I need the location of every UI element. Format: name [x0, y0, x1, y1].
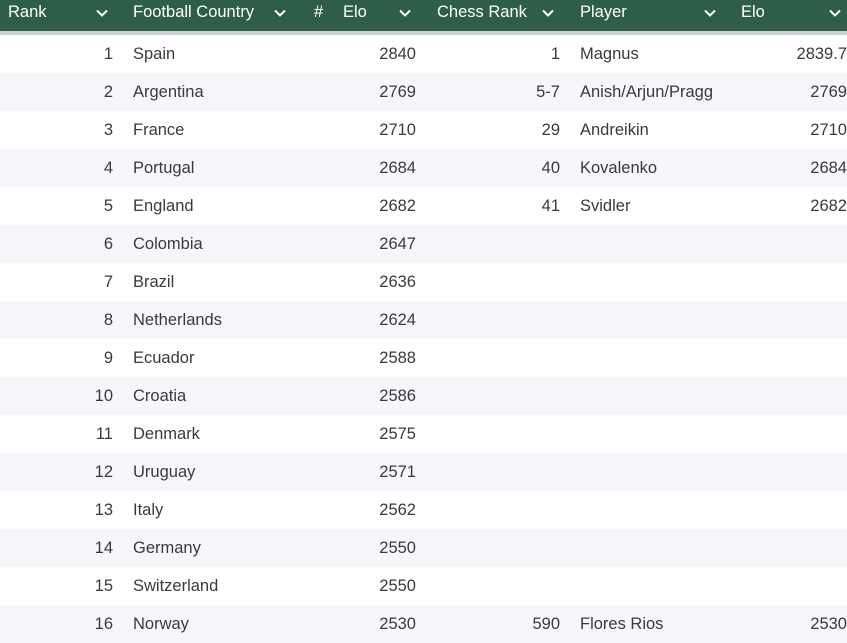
football-country-cell: Ecuador — [133, 349, 195, 367]
rank-cell: 6 — [103, 235, 113, 253]
table-row[interactable]: 15 Switzerland 2550 — [0, 567, 847, 605]
chess-rank-cell: 1 — [550, 45, 560, 63]
chevron-down-icon[interactable] — [541, 0, 555, 27]
player-elo-cell: 2769 — [810, 83, 847, 101]
chevron-down-icon[interactable] — [398, 0, 412, 27]
column-header-hash[interactable]: # — [314, 0, 323, 27]
table-row[interactable]: 10 Croatia 2586 — [0, 377, 847, 415]
chess-rank-cell: 29 — [541, 121, 560, 139]
chess-rank-cell: 590 — [532, 615, 560, 633]
table-row[interactable]: 16 Norway 2530 590 Flores Rios 2530 — [0, 605, 847, 643]
player-cell: Magnus — [580, 45, 639, 63]
column-header-chess-rank[interactable]: Chess Rank — [437, 0, 527, 27]
player-elo-cell: 2682 — [810, 197, 847, 215]
rank-cell: 13 — [94, 501, 113, 519]
football-country-cell: Germany — [133, 539, 201, 557]
table-row[interactable]: 11 Denmark 2575 — [0, 415, 847, 453]
rank-cell: 7 — [103, 273, 113, 291]
column-header-football-country[interactable]: Football Country — [133, 0, 254, 27]
player-cell: Anish/Arjun/Pragg — [580, 83, 713, 101]
football-country-cell: Portugal — [133, 159, 195, 177]
elo-cell: 2710 — [379, 121, 416, 139]
table-row[interactable]: 14 Germany 2550 — [0, 529, 847, 567]
table-row[interactable]: 13 Italy 2562 — [0, 491, 847, 529]
table-row[interactable]: 8 Netherlands 2624 — [0, 301, 847, 339]
player-cell: Flores Rios — [580, 615, 664, 633]
chess-rank-cell: 40 — [541, 159, 560, 177]
chess-rank-cell: 5-7 — [536, 83, 560, 101]
rank-cell: 14 — [94, 539, 113, 557]
chevron-down-icon[interactable] — [828, 0, 842, 27]
football-country-cell: Norway — [133, 615, 189, 633]
elo-cell: 2571 — [379, 463, 416, 481]
chess-rank-cell: 41 — [541, 197, 560, 215]
table-row[interactable]: 7 Brazil 2636 — [0, 263, 847, 301]
rank-cell: 2 — [103, 83, 113, 101]
table-row[interactable]: 12 Uruguay 2571 — [0, 453, 847, 491]
elo-cell: 2636 — [379, 273, 416, 291]
football-country-cell: France — [133, 121, 185, 139]
player-cell: Kovalenko — [580, 159, 658, 177]
football-country-cell: Netherlands — [133, 311, 222, 329]
column-header-player[interactable]: Player — [580, 0, 627, 27]
elo-cell: 2550 — [379, 539, 416, 557]
rank-cell: 11 — [95, 425, 113, 443]
rank-cell: 12 — [94, 463, 113, 481]
table-row[interactable]: 6 Colombia 2647 — [0, 225, 847, 263]
elo-cell: 2530 — [379, 615, 416, 633]
rank-cell: 3 — [103, 121, 113, 139]
player-elo-cell: 2530 — [810, 615, 847, 633]
elo-cell: 2682 — [379, 197, 416, 215]
player-elo-cell: 2684 — [810, 159, 847, 177]
elo-cell: 2550 — [379, 577, 416, 595]
table-row[interactable]: 5 England 2682 41 Svidler 2682 — [0, 187, 847, 225]
table-row[interactable]: 3 France 2710 29 Andreikin 2710 — [0, 111, 847, 149]
rank-cell: 9 — [103, 349, 113, 367]
rank-cell: 4 — [103, 159, 113, 177]
football-country-cell: Colombia — [133, 235, 203, 253]
football-country-cell: Uruguay — [133, 463, 196, 481]
football-country-cell: England — [133, 197, 194, 215]
football-country-cell: Italy — [133, 501, 164, 519]
rank-cell: 1 — [103, 45, 113, 63]
rank-cell: 8 — [103, 311, 113, 329]
table-row[interactable]: 9 Ecuador 2588 — [0, 339, 847, 377]
elo-cell: 2769 — [379, 83, 416, 101]
football-country-cell: Argentina — [133, 83, 204, 101]
football-country-cell: Denmark — [133, 425, 200, 443]
football-country-cell: Switzerland — [133, 577, 219, 595]
rank-cell: 16 — [94, 615, 113, 633]
elo-cell: 2840 — [379, 45, 416, 63]
player-elo-cell: 2839.7 — [796, 45, 847, 63]
elo-cell: 2575 — [379, 425, 416, 443]
elo-cell: 2624 — [379, 311, 416, 329]
column-header-rank[interactable]: Rank — [8, 0, 47, 27]
elo-cell: 2647 — [379, 235, 416, 253]
football-country-cell: Brazil — [133, 273, 175, 291]
table-body: 1 Spain 2840 1 Magnus 2839.7 2 Argentina 2769 5-7… — [0, 35, 847, 643]
table-row[interactable]: 1 Spain 2840 1 Magnus 2839.7 — [0, 35, 847, 73]
football-country-cell: Spain — [133, 45, 176, 63]
table-row[interactable]: 4 Portugal 2684 40 Kovalenko 2684 — [0, 149, 847, 187]
rank-cell: 15 — [94, 577, 113, 595]
player-cell: Andreikin — [580, 121, 649, 139]
column-header-elo[interactable]: Elo — [343, 0, 367, 27]
chevron-down-icon[interactable] — [273, 0, 287, 27]
chevron-down-icon[interactable] — [703, 0, 717, 27]
elo-cell: 2586 — [379, 387, 416, 405]
elo-cell: 2684 — [379, 159, 416, 177]
elo-cell: 2588 — [379, 349, 416, 367]
player-elo-cell: 2710 — [810, 121, 847, 139]
elo-cell: 2562 — [379, 501, 416, 519]
player-cell: Svidler — [580, 197, 631, 215]
table-row[interactable]: 2 Argentina 2769 5-7 Anish/Arjun/Pragg 2769 — [0, 73, 847, 111]
chevron-down-icon[interactable] — [95, 0, 109, 27]
rank-cell: 10 — [94, 387, 113, 405]
football-country-cell: Croatia — [133, 387, 187, 405]
rank-cell: 5 — [103, 197, 113, 215]
table-header: Rank Football Country # Elo Chess Rank P… — [0, 0, 847, 35]
column-header-player-elo[interactable]: Elo — [741, 0, 765, 27]
